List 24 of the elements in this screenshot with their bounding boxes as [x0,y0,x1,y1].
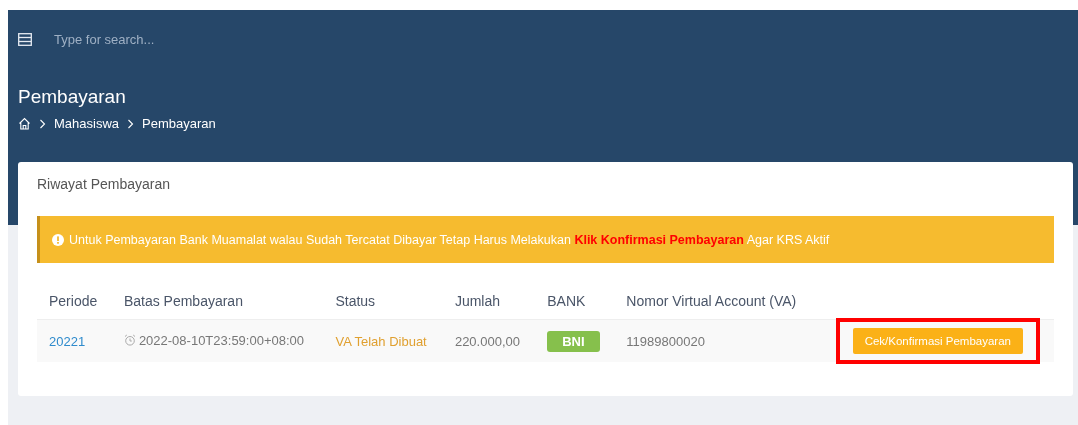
page-title: Pembayaran [18,86,127,108]
card-title: Riwayat Pembayaran [37,176,172,192]
exclamation-icon [52,233,64,246]
status-text: VA Telah Dibuat [335,333,427,349]
table-cell: 220.000,00 [454,333,520,349]
bank-badge: BNI [547,330,600,352]
period-link[interactable]: 20221 [49,333,86,349]
column-header: Nomor Virtual Account (VA) [626,293,797,309]
menu-icon[interactable] [18,32,32,46]
table-cell: 2022-08-10T23:59:00+08:00 [138,332,305,348]
column-header: Batas Pembayaran [123,293,243,309]
alert-message: Untuk Pembayaran Bank Muamalat walau Sudah Tercatat Dibayar Tetap Harus Melakukan Klik Konfirmasi Pembayaran Agar KRS Aktif [69,232,830,247]
search-field[interactable]: Type for search... [54,31,304,47]
breadcrumb-link[interactable]: Mahasiswa [54,116,120,131]
column-header: BANK [547,293,586,309]
table-cell: 11989800020 [626,333,705,349]
column-header: Status [335,293,376,309]
breadcrumb-link[interactable]: Pembayaran [142,116,216,131]
chevron-icon [39,118,46,129]
column-header: Jumlah [454,293,501,309]
chevron-icon [127,118,135,129]
alarm-clock-icon [123,334,136,347]
home-icon[interactable] [18,117,31,130]
column-header: Periode [49,293,98,309]
